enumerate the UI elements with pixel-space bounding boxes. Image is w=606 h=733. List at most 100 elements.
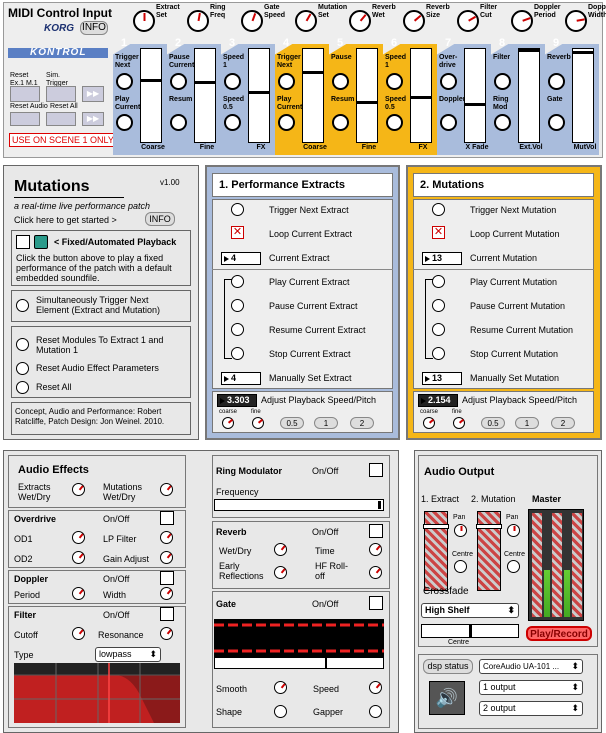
midi-fader-handle[interactable] [195, 81, 215, 84]
reverb-time-knob[interactable] [369, 543, 382, 556]
midi-fader-4[interactable] [302, 48, 324, 143]
audio-driver-select[interactable]: CoreAudio UA-101 ... [479, 659, 583, 674]
fixed-playback-toggle[interactable] [16, 235, 30, 249]
perf-button-3[interactable] [231, 275, 244, 288]
midi-fader-1[interactable] [140, 48, 162, 143]
mut-button-0[interactable] [432, 203, 445, 216]
reset-modules-button[interactable] [16, 338, 29, 351]
midi-fader-8[interactable] [518, 48, 540, 143]
extract-fader[interactable] [423, 511, 449, 591]
early-reflections-knob[interactable] [274, 566, 287, 579]
perf-coarse-knob[interactable] [222, 417, 234, 429]
width-knob[interactable] [160, 587, 173, 600]
reset-all-button[interactable] [16, 381, 29, 394]
midi-info-button[interactable]: INFO [80, 21, 108, 35]
ringmod-toggle[interactable] [369, 463, 383, 477]
midi-button-bottom[interactable] [224, 114, 241, 131]
extracts-wetdry-knob[interactable] [72, 483, 85, 496]
perf-speed-two-button[interactable]: 2 [350, 417, 374, 429]
cutoff-knob[interactable] [72, 627, 85, 640]
mut-button-4[interactable] [432, 299, 445, 312]
midi-knob-7[interactable] [457, 10, 479, 32]
mut-speed-half-button[interactable]: 0.5 [481, 417, 505, 429]
midi-fader-handle[interactable] [573, 51, 593, 54]
gate-toggle[interactable] [369, 596, 383, 610]
mut-manual-number[interactable]: 13 [422, 372, 462, 385]
fixed-playback-button[interactable] [34, 235, 48, 249]
mutation-fader[interactable] [476, 511, 502, 591]
od2-knob[interactable] [72, 551, 85, 564]
perf-button-5[interactable] [231, 323, 244, 336]
crossfade-slider[interactable] [421, 624, 519, 638]
period-knob[interactable] [72, 587, 85, 600]
extract-centre-button[interactable] [454, 560, 467, 573]
midi-knob-6[interactable] [403, 10, 425, 32]
midi-fader-handle[interactable] [411, 96, 431, 99]
midi-fader-handle[interactable] [141, 79, 161, 82]
perf-button-4[interactable] [231, 299, 244, 312]
mut-speed-two-button[interactable]: 2 [551, 417, 575, 429]
mutations-info-button[interactable]: INFO [145, 212, 175, 226]
get-started-link[interactable]: Click here to get started > [14, 215, 117, 225]
sim-trigger-button[interactable] [46, 86, 76, 102]
midi-fader-handle[interactable] [519, 49, 539, 52]
gate-scrubber[interactable] [214, 657, 384, 669]
perf-fine-knob[interactable] [252, 417, 264, 429]
lp-filter-knob[interactable] [160, 531, 173, 544]
resonance-knob[interactable] [160, 627, 173, 640]
midi-knob-4[interactable] [295, 10, 317, 32]
perf-speed-one-button[interactable]: 1 [314, 417, 338, 429]
frequency-slider-thumb[interactable] [378, 501, 381, 509]
fast-forward-button[interactable]: ▶▶ [82, 112, 104, 126]
mut-button-5[interactable] [432, 323, 445, 336]
extract-pan-knob[interactable] [454, 524, 467, 537]
shelf-select[interactable]: High Shelf [421, 603, 519, 618]
mut-coarse-knob[interactable] [423, 417, 435, 429]
gate-pattern-display[interactable] [214, 619, 384, 657]
midi-knob-9[interactable] [565, 10, 587, 32]
mut-fine-knob[interactable] [453, 417, 465, 429]
midi-button-bottom[interactable] [494, 114, 511, 131]
midi-button-top[interactable] [170, 73, 187, 90]
midi-button-top[interactable] [548, 73, 565, 90]
midi-button-top[interactable] [386, 73, 403, 90]
midi-fader-7[interactable] [464, 48, 486, 143]
mut-loop-toggle[interactable]: ✕ [432, 226, 445, 239]
hf-rolloff-knob[interactable] [369, 566, 382, 579]
midi-button-top[interactable] [332, 73, 349, 90]
output-channel-select[interactable]: 2 output [479, 701, 583, 716]
midi-fader-5[interactable] [356, 48, 378, 143]
midi-button-top[interactable] [116, 73, 133, 90]
reset-all-button[interactable] [46, 112, 76, 126]
midi-button-bottom[interactable] [440, 114, 457, 131]
reverb-wetdry-knob[interactable] [274, 543, 287, 556]
gapper-button[interactable] [369, 705, 382, 718]
midi-button-bottom[interactable] [332, 114, 349, 131]
midi-knob-8[interactable] [511, 10, 533, 32]
gain-adjust-knob[interactable] [160, 551, 173, 564]
frequency-slider[interactable] [214, 499, 384, 511]
midi-fader-2[interactable] [194, 48, 216, 143]
midi-fader-handle[interactable] [465, 103, 485, 106]
perf-button-0[interactable] [231, 203, 244, 216]
filter-response-graph[interactable] [14, 663, 180, 723]
midi-knob-3[interactable] [241, 10, 263, 32]
mutations-wetdry-knob[interactable] [160, 483, 173, 496]
crossfade-slider-thumb[interactable] [469, 625, 472, 637]
perf-current-number[interactable]: 4 [221, 252, 261, 265]
midi-button-top[interactable] [278, 73, 295, 90]
midi-button-bottom[interactable] [116, 114, 133, 131]
play-record-button[interactable]: Play/Record [526, 626, 592, 641]
od1-knob[interactable] [72, 531, 85, 544]
reset-audio-effects-button[interactable] [16, 362, 29, 375]
smooth-knob[interactable] [274, 681, 287, 694]
reset-ex-button[interactable] [10, 86, 40, 102]
midi-button-bottom[interactable] [278, 114, 295, 131]
mutation-centre-button[interactable] [507, 560, 520, 573]
speaker-button[interactable]: 🔊 [429, 681, 465, 715]
perf-manual-number[interactable]: 4 [221, 372, 261, 385]
midi-knob-2[interactable] [187, 10, 209, 32]
midi-button-bottom[interactable] [386, 114, 403, 131]
master-meter[interactable] [528, 509, 584, 621]
midi-fader-handle[interactable] [249, 91, 269, 94]
